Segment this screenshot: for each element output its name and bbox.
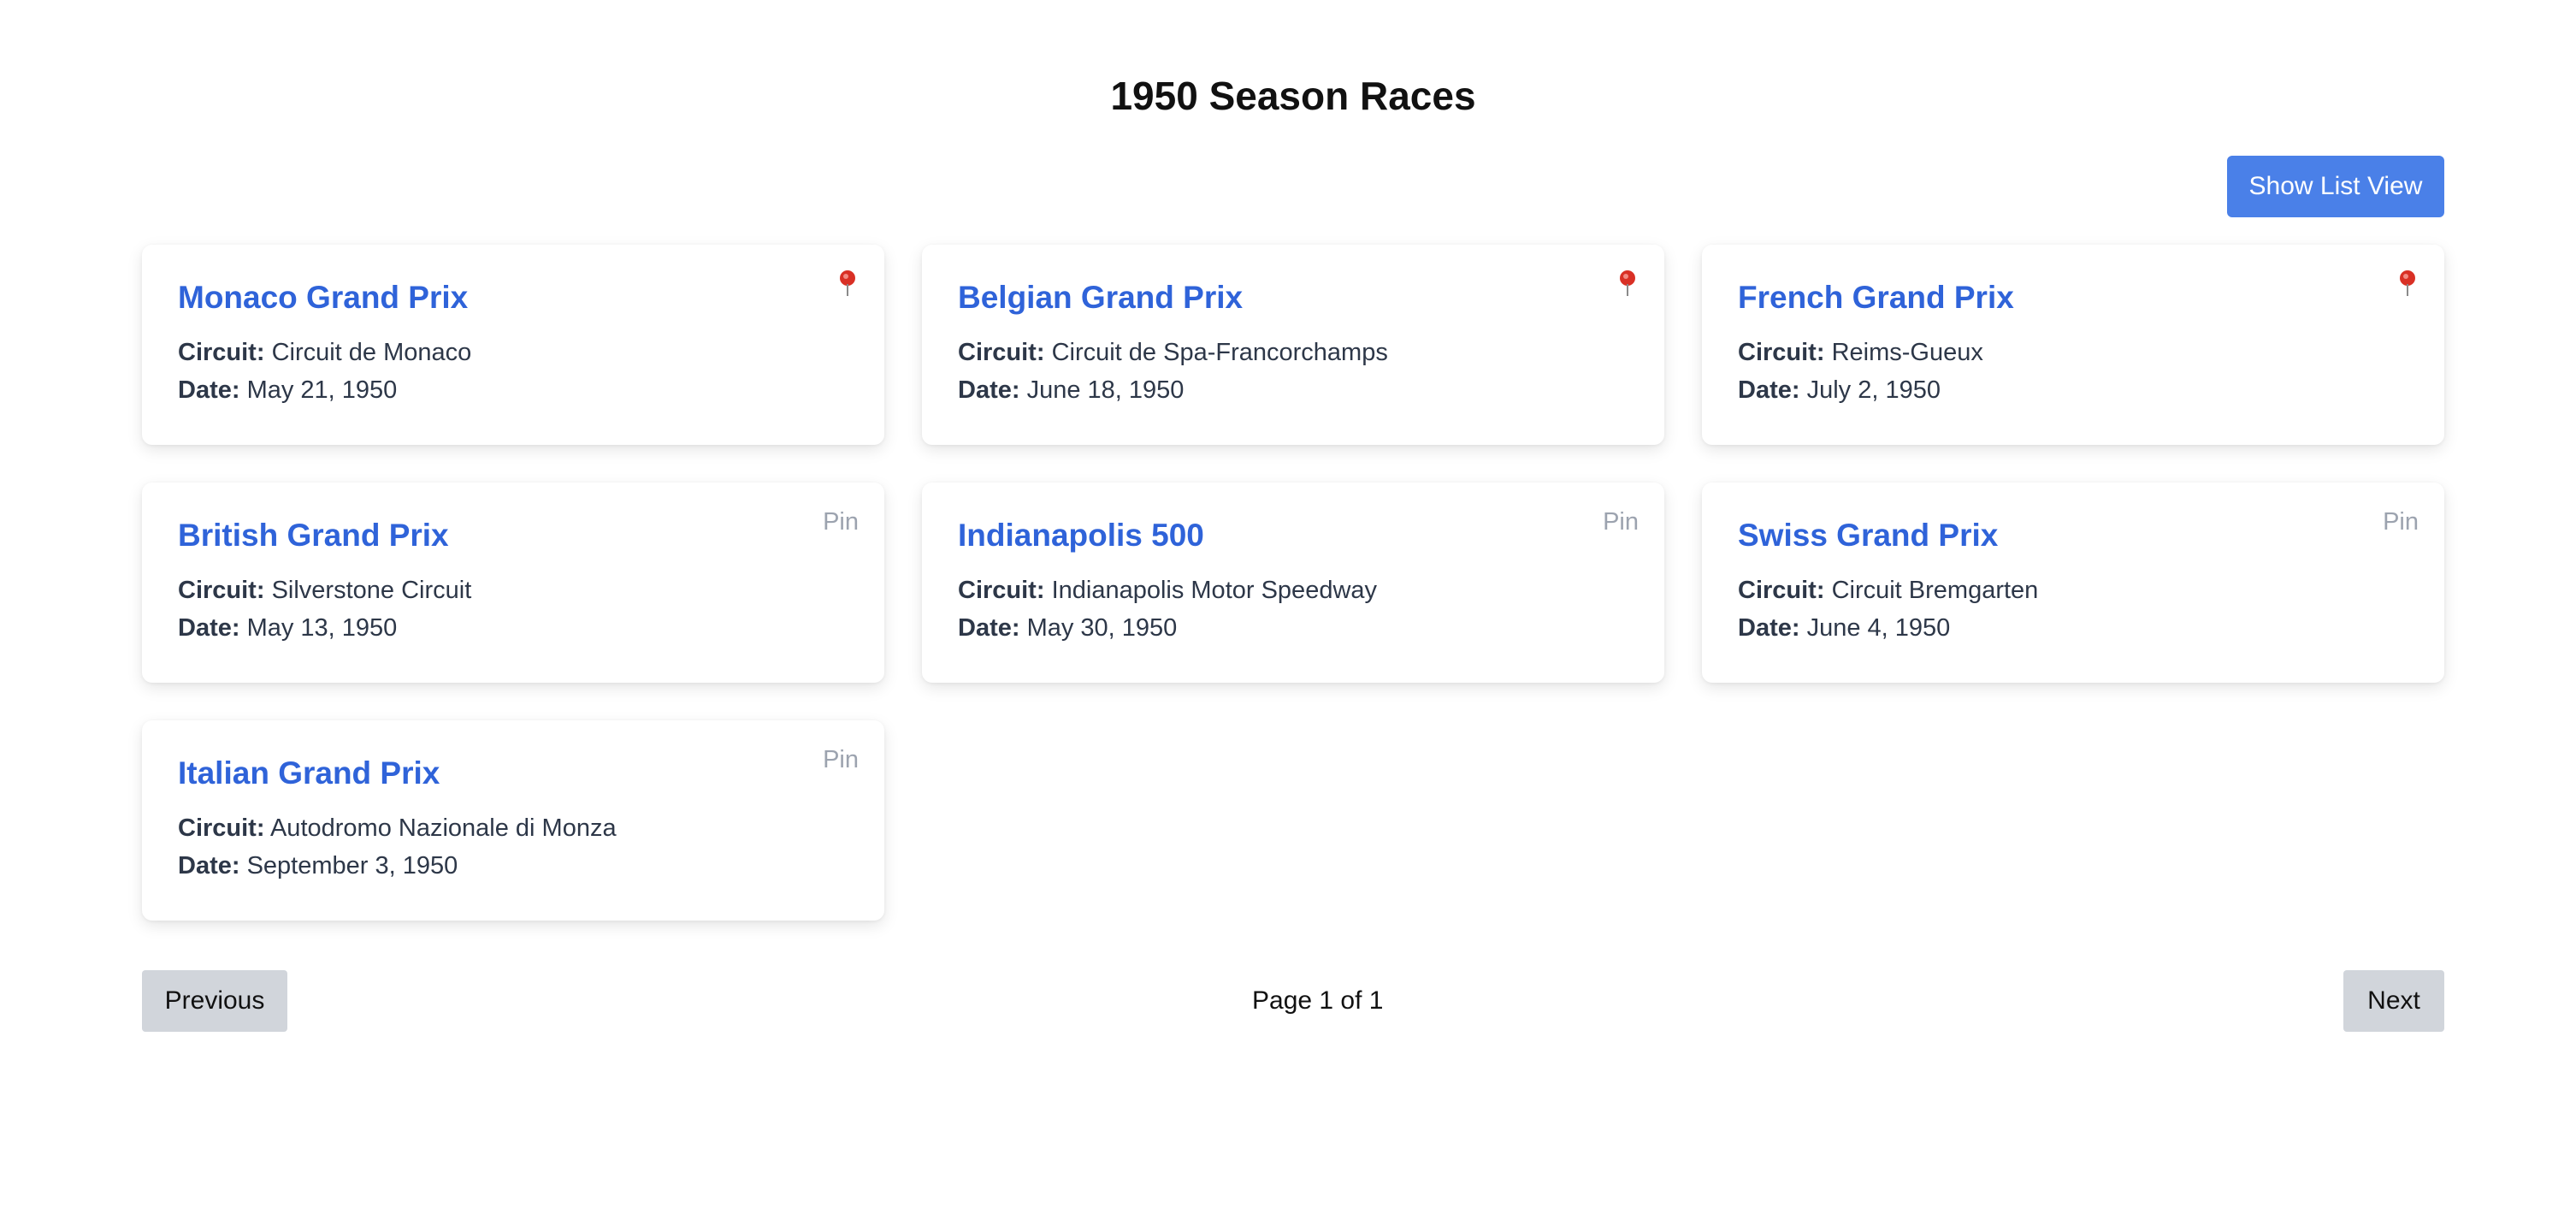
race-circuit: Circuit: Silverstone Circuit xyxy=(178,572,848,609)
previous-button[interactable]: Previous xyxy=(142,970,287,1032)
race-card: Belgian Grand Prix Circuit: Circuit de S… xyxy=(922,245,1664,445)
race-circuit: Circuit: Reims-Gueux xyxy=(1738,334,2408,371)
circuit-label: Circuit: xyxy=(958,339,1045,366)
race-card: Monaco Grand Prix Circuit: Circuit de Mo… xyxy=(142,245,884,445)
races-page: 1950 Season Races Show List View Monaco … xyxy=(142,0,2444,1032)
race-circuit: Circuit: Autodromo Nazionale di Monza xyxy=(178,809,848,847)
race-date: Date: May 30, 1950 xyxy=(958,609,1628,647)
circuit-value: Circuit de Monaco xyxy=(271,339,472,366)
date-label: Date: xyxy=(178,852,240,879)
race-card: French Grand Prix Circuit: Reims-Gueux D… xyxy=(1702,245,2444,445)
race-date: Date: July 2, 1950 xyxy=(1738,371,2408,409)
race-circuit: Circuit: Circuit de Spa-Francorchamps xyxy=(958,334,1628,371)
race-date: Date: June 4, 1950 xyxy=(1738,609,2408,647)
pin-button[interactable]: Pin xyxy=(823,508,859,536)
race-title[interactable]: Indianapolis 500 xyxy=(958,517,1628,554)
circuit-value: Silverstone Circuit xyxy=(271,577,472,604)
date-label: Date: xyxy=(1738,614,1800,642)
pin-button[interactable]: Pin xyxy=(1603,508,1639,536)
pagination: Previous Page 1 of 1 Next xyxy=(142,970,2444,1032)
date-value: September 3, 1950 xyxy=(246,852,458,879)
race-card: Pin British Grand Prix Circuit: Silverst… xyxy=(142,483,884,683)
show-list-view-button[interactable]: Show List View xyxy=(2227,156,2444,217)
race-card: Pin Swiss Grand Prix Circuit: Circuit Br… xyxy=(1702,483,2444,683)
circuit-label: Circuit: xyxy=(178,339,265,366)
date-label: Date: xyxy=(178,614,240,642)
date-value: July 2, 1950 xyxy=(1806,376,1941,404)
race-date: Date: May 21, 1950 xyxy=(178,371,848,409)
race-card: Pin Indianapolis 500 Circuit: Indianapol… xyxy=(922,483,1664,683)
circuit-label: Circuit: xyxy=(178,814,265,842)
page-title: 1950 Season Races xyxy=(1110,74,1476,118)
next-button[interactable]: Next xyxy=(2343,970,2444,1032)
race-grid: Monaco Grand Prix Circuit: Circuit de Mo… xyxy=(142,245,2444,921)
circuit-label: Circuit: xyxy=(1738,339,1825,366)
date-value: May 21, 1950 xyxy=(246,376,398,404)
race-date: Date: June 18, 1950 xyxy=(958,371,1628,409)
pushpin-icon[interactable] xyxy=(1620,270,1635,296)
pushpin-icon[interactable] xyxy=(840,270,855,296)
race-title[interactable]: Belgian Grand Prix xyxy=(958,279,1628,317)
date-value: May 13, 1950 xyxy=(246,614,398,642)
race-circuit: Circuit: Circuit Bremgarten xyxy=(1738,572,2408,609)
race-title[interactable]: Swiss Grand Prix xyxy=(1738,517,2408,554)
race-title[interactable]: Monaco Grand Prix xyxy=(178,279,848,317)
pin-button[interactable]: Pin xyxy=(2383,508,2419,536)
circuit-value: Indianapolis Motor Speedway xyxy=(1051,577,1378,604)
circuit-label: Circuit: xyxy=(958,577,1045,604)
date-label: Date: xyxy=(958,376,1020,404)
date-label: Date: xyxy=(1738,376,1800,404)
race-title[interactable]: French Grand Prix xyxy=(1738,279,2408,317)
race-date: Date: September 3, 1950 xyxy=(178,847,848,885)
page-indicator: Page 1 of 1 xyxy=(1252,986,1384,1015)
circuit-value: Autodromo Nazionale di Monza xyxy=(269,814,617,842)
race-card: Pin Italian Grand Prix Circuit: Autodrom… xyxy=(142,720,884,921)
race-title[interactable]: British Grand Prix xyxy=(178,517,848,554)
pushpin-icon[interactable] xyxy=(2400,270,2415,296)
circuit-label: Circuit: xyxy=(1738,577,1825,604)
date-value: May 30, 1950 xyxy=(1026,614,1178,642)
date-label: Date: xyxy=(178,376,240,404)
circuit-value: Circuit Bremgarten xyxy=(1831,577,2039,604)
date-label: Date: xyxy=(958,614,1020,642)
date-value: June 18, 1950 xyxy=(1026,376,1185,404)
race-date: Date: May 13, 1950 xyxy=(178,609,848,647)
race-title[interactable]: Italian Grand Prix xyxy=(178,755,848,792)
date-value: June 4, 1950 xyxy=(1806,614,1951,642)
circuit-value: Reims-Gueux xyxy=(1831,339,1983,366)
toolbar: Show List View xyxy=(142,156,2444,217)
circuit-label: Circuit: xyxy=(178,577,265,604)
race-circuit: Circuit: Circuit de Monaco xyxy=(178,334,848,371)
race-circuit: Circuit: Indianapolis Motor Speedway xyxy=(958,572,1628,609)
pin-button[interactable]: Pin xyxy=(823,746,859,774)
circuit-value: Circuit de Spa-Francorchamps xyxy=(1051,339,1388,366)
